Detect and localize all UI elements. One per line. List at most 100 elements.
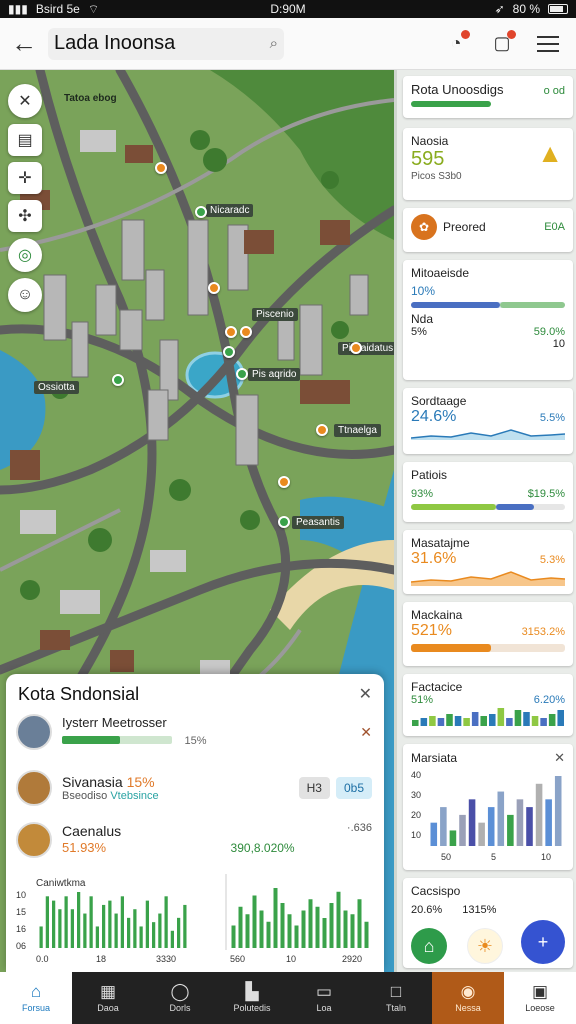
map-label[interactable]: Tatoa ebog — [60, 92, 121, 105]
nav-square[interactable]: □ Ttaln — [360, 972, 432, 1024]
search-input[interactable]: Lada Inoonsa ⌕ — [48, 27, 284, 60]
stats-card[interactable]: Rota Unoosdigs o od — [403, 76, 573, 118]
nav-map[interactable]: ▭ Loa — [288, 972, 360, 1024]
sun-icon[interactable]: ☀ — [467, 928, 503, 964]
arrow-left-icon[interactable]: ← — [0, 18, 48, 70]
card-value: 5.5% — [539, 412, 565, 424]
map-label[interactable]: Nicaradc — [206, 204, 254, 217]
tick-label: 10 — [16, 890, 26, 900]
map-pin[interactable] — [240, 326, 252, 338]
map-label[interactable]: Piscaidatus — [338, 342, 394, 355]
chart-bar — [478, 822, 485, 846]
close-icon[interactable]: ✕ — [554, 750, 565, 766]
nav-window[interactable]: ▣ Loeose — [504, 972, 576, 1024]
document-icon[interactable]: ▢ — [488, 29, 516, 58]
card-value: E0A — [544, 221, 565, 233]
map-pin[interactable] — [208, 282, 220, 294]
map-pin[interactable] — [155, 162, 167, 174]
stats-card[interactable]: ✿ Preored E0A — [403, 208, 573, 252]
flower-icon: ✿ — [411, 214, 437, 240]
tick-label: 560 — [230, 954, 245, 964]
map-pin[interactable] — [350, 342, 362, 354]
stats-card[interactable]: Factacice 51% 6.20% — [403, 674, 573, 736]
sheet-title: Kota Sndonsial — [18, 684, 140, 704]
card-title: Cacsispo — [411, 884, 461, 898]
card-bar — [411, 101, 491, 107]
stats-card[interactable]: Masatajme 31.6% 5.3% — [403, 530, 573, 594]
place-sheet: Kota Sndonsial ✕ Iysterr Meetrosser 15% … — [6, 674, 384, 972]
close-icon[interactable]: ✕ — [360, 724, 372, 741]
card-title: Masatajme — [411, 536, 470, 550]
stats-card[interactable]: Mackaina 521% 3153.2% — [403, 602, 573, 666]
map-pin[interactable] — [278, 516, 290, 528]
card-value: 521% — [411, 622, 452, 639]
search-icon[interactable]: ⌕ — [270, 35, 278, 52]
sparkline — [410, 571, 566, 586]
refresh-icon[interactable]: ◎ — [8, 238, 42, 272]
tick-label: 3330 — [156, 954, 176, 964]
map-pin[interactable] — [236, 368, 248, 380]
nav-explore[interactable]: ◯ Dorls — [144, 972, 216, 1024]
map-label[interactable]: Piscenio — [252, 308, 298, 321]
map-label[interactable]: Peasantis — [292, 516, 344, 529]
nav-label: Loeose — [525, 1003, 555, 1013]
stats-card[interactable]: Cacsispo 20.6% 1315% ⌂ ☀ + — [403, 878, 573, 968]
chart-bar — [308, 899, 313, 948]
app-bar: ← Lada Inoonsa ⌕ ◔ ▢ — [0, 18, 576, 70]
chart-bar — [487, 807, 495, 846]
item-name: Iysterr Meetrosser — [62, 715, 167, 730]
stats-card[interactable]: Marsiata ✕ 40 30 20 10 50 5 10 — [403, 744, 573, 870]
map-pin[interactable] — [278, 476, 290, 488]
list-item[interactable]: Iysterr Meetrosser 15% ✕ — [16, 714, 372, 750]
chart-bar — [294, 925, 299, 948]
map-label[interactable]: Ossiotta — [34, 381, 79, 394]
stats-card[interactable]: Sordtaage 24.6% 5.5% — [403, 388, 573, 454]
map-pin[interactable] — [225, 326, 237, 338]
nav-buildings[interactable]: ▙ Polutedis — [216, 972, 288, 1024]
sparkline — [410, 429, 566, 440]
map-icon: ▭ — [315, 982, 333, 1001]
wind-icon[interactable]: ✣ — [8, 200, 42, 232]
map-pin[interactable] — [316, 424, 328, 436]
chart-bar — [39, 926, 43, 948]
chart-bar — [471, 712, 479, 726]
map-pin[interactable] — [223, 346, 235, 358]
list-item[interactable]: Sivanasia 15% Bseodiso Vtebsince H3 0b5 — [16, 770, 372, 806]
chart-bar — [301, 910, 306, 948]
map-pin[interactable] — [195, 206, 207, 218]
card-value: 10% — [411, 284, 436, 298]
map-label[interactable]: Pis aqrido — [248, 368, 301, 381]
person-icon[interactable]: ☺ — [8, 278, 42, 312]
stats-card[interactable]: Patiois 93% $19.5% — [403, 462, 573, 522]
stats-card[interactable]: Naosia 595 Picos S3b0 ▲ — [403, 128, 573, 200]
card-sub: Nda — [411, 312, 434, 326]
menu-icon[interactable] — [534, 30, 562, 58]
notification-icon[interactable]: ◔ — [442, 29, 470, 58]
nav-home[interactable]: ⌂ Forsua — [0, 972, 72, 1024]
progress-fill — [62, 736, 121, 744]
park-icon[interactable]: ⌂ — [411, 928, 447, 964]
chart-bar — [531, 716, 539, 726]
nav-active[interactable]: ◉ Nessa — [432, 972, 504, 1024]
notification-badge — [461, 29, 470, 39]
plus-icon[interactable]: + — [521, 920, 565, 964]
chart-bar — [437, 718, 445, 726]
card-value: o od — [543, 85, 565, 97]
layers-icon[interactable]: ▤ — [8, 124, 42, 156]
chip-button[interactable]: H3 — [298, 777, 330, 799]
crosshair-icon[interactable]: ✛ — [8, 162, 42, 194]
tick-label: 18 — [96, 954, 106, 964]
list-item[interactable]: Caenalus 51.93% 390,8.020% ·.636 — [16, 822, 372, 858]
map-label[interactable]: Ttnaelga — [334, 424, 381, 437]
chart-bar — [152, 922, 156, 948]
chart-bar — [336, 891, 341, 948]
tools-icon[interactable]: ✕ — [8, 84, 42, 118]
map-pin[interactable] — [112, 374, 124, 386]
close-icon[interactable]: ✕ — [359, 684, 372, 704]
nav-data[interactable]: ▦ Daoa — [72, 972, 144, 1024]
item-sub-link[interactable]: Vtebsince — [110, 790, 158, 802]
card-value: 1315% — [462, 904, 497, 916]
stats-card[interactable]: Mitoaeisde 10% Nda 5% 59.0% 10 — [403, 260, 573, 380]
progress-bar — [62, 736, 172, 744]
chip-button[interactable]: 0b5 — [335, 777, 372, 799]
